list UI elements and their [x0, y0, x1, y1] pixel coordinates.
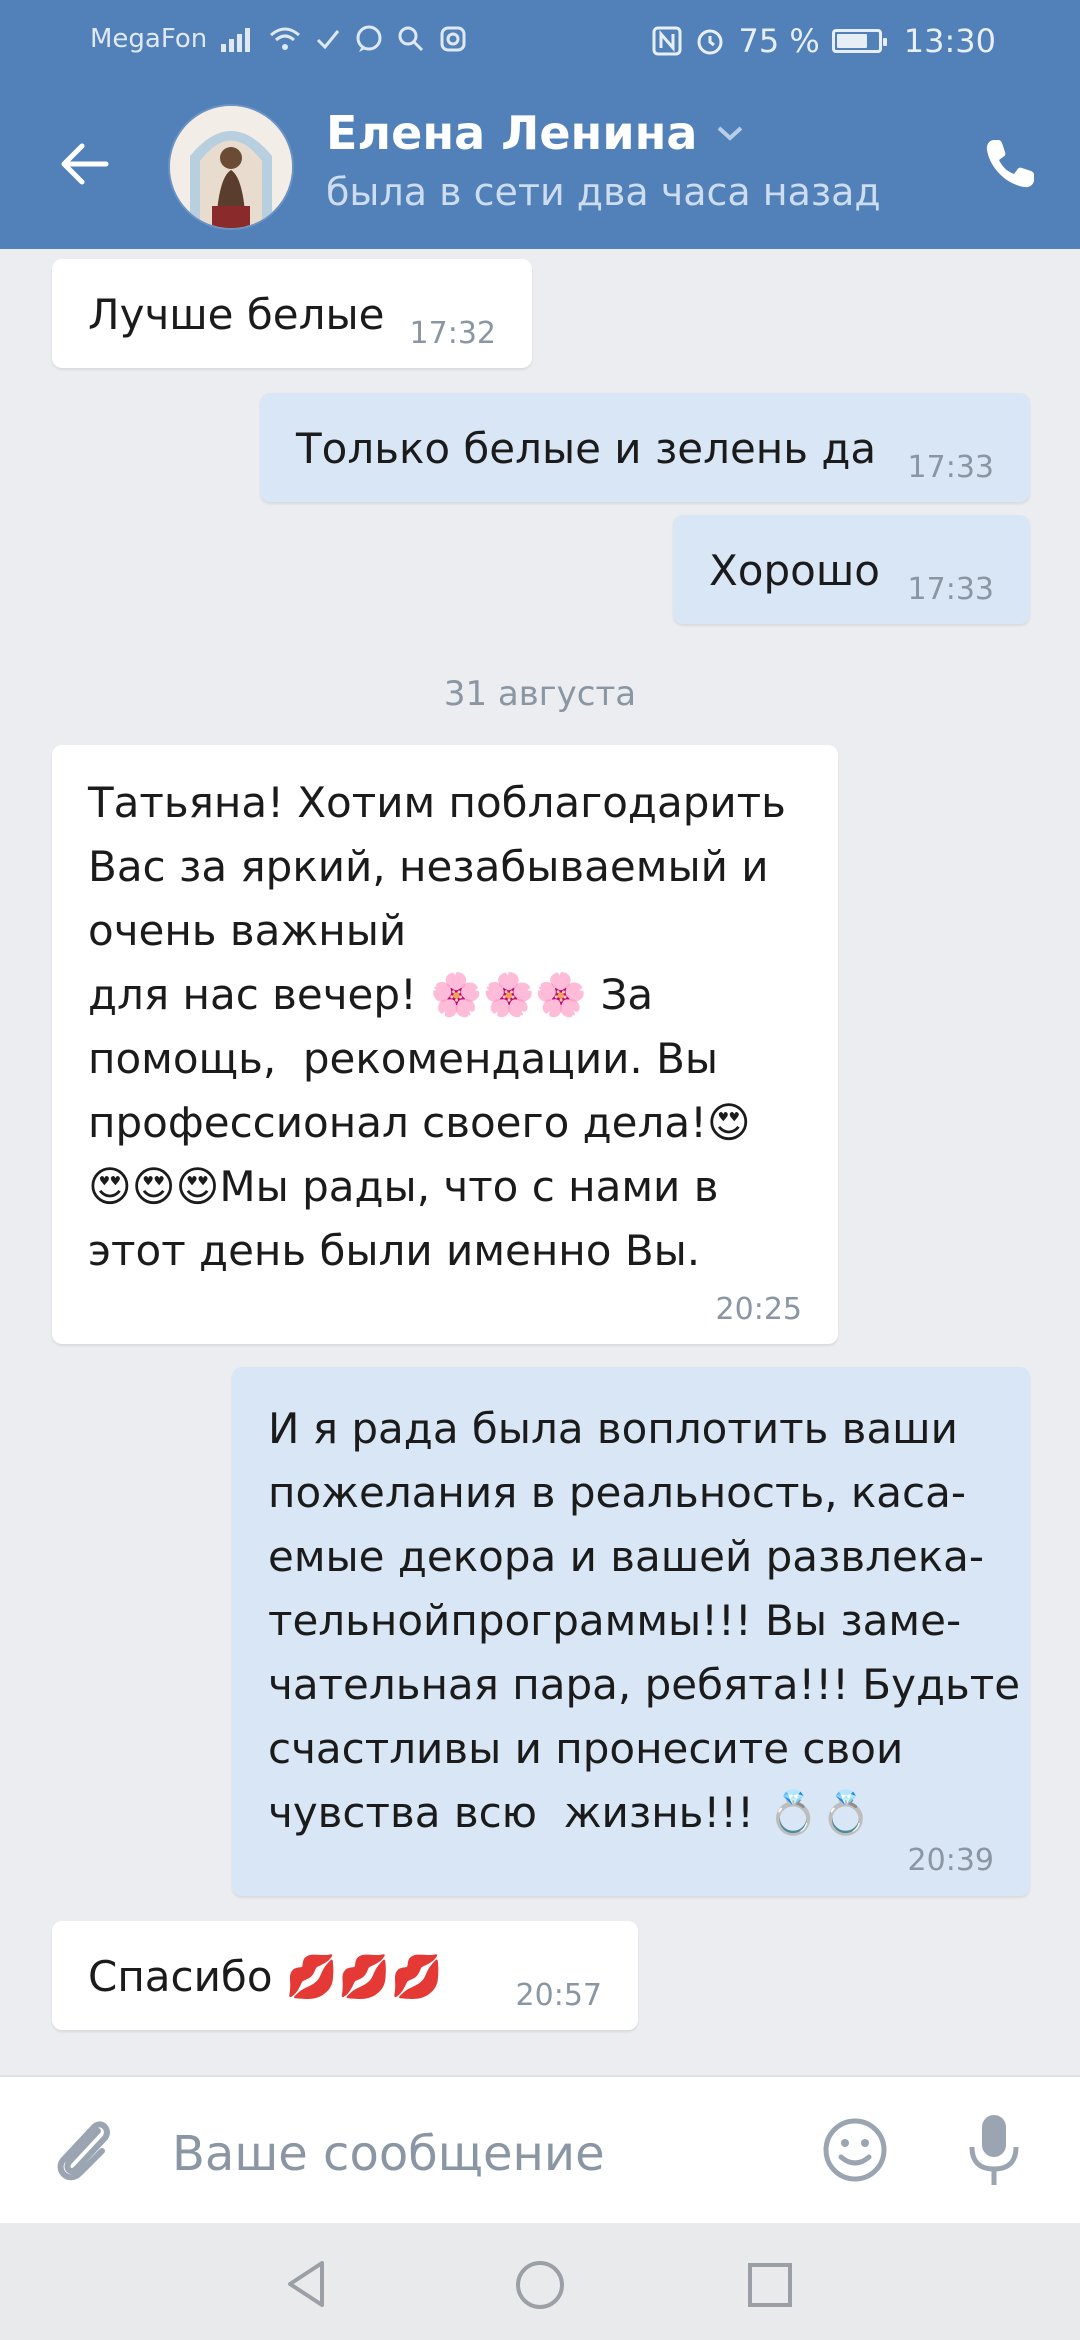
message-incoming[interactable]: Лучше белые 17:32 [52, 259, 532, 368]
nfc-icon [652, 26, 682, 56]
message-outgoing[interactable]: И я рада была воплотить ваши пожелания в… [232, 1367, 1030, 1896]
back-arrow-icon[interactable] [56, 136, 112, 192]
search-status-icon [398, 26, 424, 52]
contact-name-row[interactable]: Елена Ленина [326, 106, 745, 160]
message-time: 17:33 [907, 572, 994, 607]
status-bar: MegaFon 75 % 13:30 [0, 0, 1080, 80]
message-incoming[interactable]: Татьяна! Хотим поблагодарить Вас за ярки… [52, 745, 838, 1344]
top-bar: MegaFon 75 % 13:30 Елена Ленина была в с… [0, 0, 1080, 249]
phone-icon[interactable] [980, 134, 1040, 194]
carrier-label: MegaFon [90, 24, 208, 54]
nav-recents-icon[interactable] [746, 2261, 794, 2309]
microphone-icon[interactable] [964, 2111, 1024, 2191]
system-nav-bar [0, 2223, 1080, 2340]
message-outgoing[interactable]: Только белые и зелень да 17:33 [260, 393, 1030, 502]
paperclip-icon[interactable] [50, 2113, 120, 2189]
clock: 13:30 [903, 22, 996, 60]
message-text: И я рада была воплотить ваши пожелания в… [268, 1404, 1021, 1837]
chevron-down-icon [718, 126, 743, 141]
message-input[interactable] [172, 2119, 772, 2189]
battery-icon [831, 29, 887, 53]
message-text: Татьяна! Хотим поблагодарить Вас за ярки… [88, 778, 786, 1275]
message-outgoing[interactable]: Хорошо 17:33 [673, 515, 1030, 624]
message-text: Спасибо 💋💋💋 [88, 1952, 443, 2001]
instagram-icon [440, 26, 466, 52]
composer-bar [0, 2075, 1080, 2225]
alarm-icon [697, 29, 723, 55]
nav-home-icon[interactable] [514, 2259, 566, 2311]
message-incoming[interactable]: Спасибо 💋💋💋 20:57 [52, 1921, 638, 2030]
message-text: Лучше белые [88, 290, 385, 339]
signal-icon [221, 28, 251, 52]
message-text: Хорошо [709, 546, 880, 595]
contact-name: Елена Ленина [326, 106, 698, 160]
viber-icon [356, 25, 382, 52]
smile-icon[interactable] [820, 2115, 890, 2185]
check-icon [317, 30, 340, 50]
battery-percent: 75 % [738, 22, 820, 60]
message-time: 17:33 [907, 450, 994, 485]
message-time: 20:25 [715, 1292, 802, 1327]
date-separator: 31 августа [443, 674, 637, 714]
nav-back-icon[interactable] [284, 2259, 328, 2309]
message-time: 20:57 [515, 1978, 602, 2013]
wifi-icon [270, 27, 301, 50]
message-time: 20:39 [907, 1843, 994, 1878]
message-text: Только белые и зелень да [296, 424, 877, 473]
contact-status: была в сети два часа назад [326, 170, 881, 214]
message-time: 17:32 [409, 316, 496, 351]
avatar[interactable] [168, 104, 294, 230]
